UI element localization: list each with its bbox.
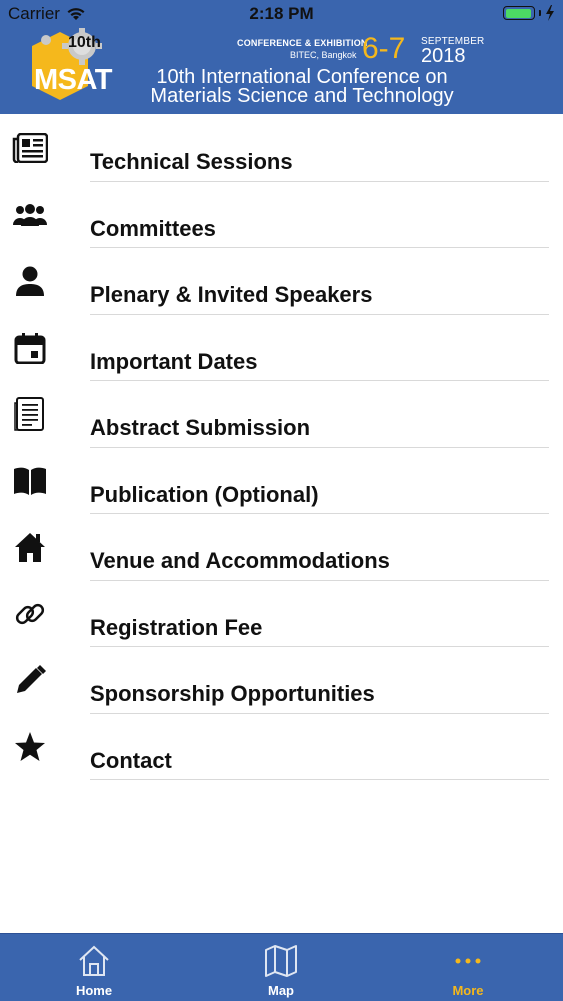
more-menu-list: Technical Sessions Committees Plenary & … — [0, 115, 563, 780]
menu-item-abstract-submission[interactable]: Abstract Submission — [0, 381, 563, 448]
battery-area — [503, 5, 555, 21]
event-type: CONFERENCE & EXHIBITION — [237, 38, 368, 48]
event-year: 2018 — [421, 45, 466, 67]
tab-label: More — [452, 983, 484, 998]
menu-item-speakers[interactable]: Plenary & Invited Speakers — [0, 248, 563, 315]
menu-item-contact[interactable]: Contact — [0, 714, 563, 780]
tab-label: Map — [268, 983, 294, 998]
conference-banner: 10th MSAT CONFERENCE & EXHIBITION BITEC,… — [0, 28, 563, 114]
menu-item-label: Contact — [90, 747, 172, 773]
tab-bar: Home Map More — [0, 933, 563, 1001]
clock: 2:18 PM — [249, 4, 314, 23]
star-icon — [12, 729, 48, 765]
conference-title-line2: Materials Science and Technology — [150, 85, 454, 107]
document-icon — [12, 396, 48, 432]
logo-ordinal: 10th — [68, 34, 101, 51]
menu-item-sponsorship[interactable]: Sponsorship Opportunities — [0, 647, 563, 714]
tab-more[interactable]: More — [408, 934, 528, 1001]
newspaper-icon — [12, 130, 48, 166]
divider — [90, 779, 549, 780]
people-group-icon — [12, 197, 48, 233]
person-icon — [12, 263, 48, 299]
battery-icon — [503, 6, 535, 20]
tab-map[interactable]: Map — [221, 934, 341, 1001]
menu-item-important-dates[interactable]: Important Dates — [0, 315, 563, 381]
home-icon — [12, 529, 48, 565]
pencil-icon — [12, 662, 48, 698]
menu-item-technical-sessions[interactable]: Technical Sessions — [0, 115, 563, 182]
book-icon — [12, 463, 48, 499]
home-outline-icon — [79, 945, 109, 976]
event-dates: 6-7 — [362, 32, 406, 65]
status-bar: Carrier 2:18 PM — [0, 0, 563, 28]
more-dots-icon — [455, 958, 481, 964]
menu-item-committees[interactable]: Committees — [0, 182, 563, 248]
menu-item-venue[interactable]: Venue and Accommodations — [0, 514, 563, 581]
venue-text: BITEC, Bangkok — [290, 50, 357, 60]
calendar-icon — [12, 330, 48, 366]
menu-item-registration-fee[interactable]: Registration Fee — [0, 581, 563, 647]
menu-item-publication[interactable]: Publication (Optional) — [0, 448, 563, 514]
tab-label: Home — [75, 983, 113, 998]
charging-bolt-icon — [546, 5, 554, 21]
tab-home[interactable]: Home — [34, 934, 154, 1001]
link-icon — [12, 596, 48, 632]
map-icon — [265, 945, 297, 977]
